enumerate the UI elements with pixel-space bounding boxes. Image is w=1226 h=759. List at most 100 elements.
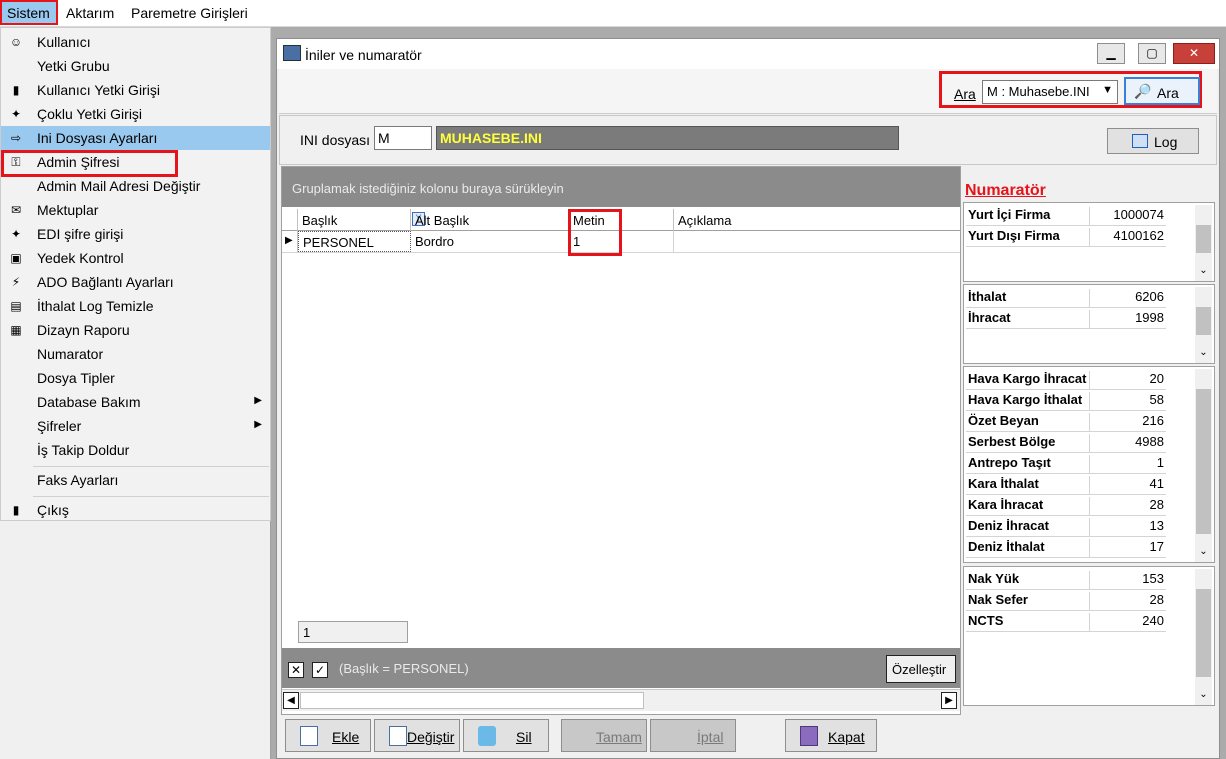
list-item-value: 1 (1156, 455, 1164, 470)
list-item[interactable]: Kara İhracat 28 (966, 495, 1166, 516)
list-item[interactable]: Nak Yük 153 (966, 569, 1166, 590)
col-baslik[interactable]: Başlık Y (298, 209, 425, 231)
menu-item[interactable]: Admin Mail Adresi Değiştir (1, 174, 270, 198)
list-item[interactable]: İhracat 1998 (966, 308, 1166, 329)
window-title: İniler ve numaratör (305, 47, 422, 63)
scroll-right-icon[interactable]: ▶ (941, 692, 957, 709)
group-panel[interactable]: Gruplamak istediğiniz kolonu buraya sürü… (282, 167, 960, 207)
list-item[interactable]: Antrepo Taşıt 1 (966, 453, 1166, 474)
window-app-icon (283, 45, 301, 61)
close-button[interactable]: ✕ (1173, 43, 1215, 64)
list-item-value: 4100162 (1113, 228, 1164, 243)
col-aciklama[interactable]: Açıklama (674, 209, 960, 231)
menu-aktarim[interactable]: Aktarım (66, 5, 114, 21)
scroll-left-icon[interactable]: ◀ (283, 692, 299, 709)
add-button[interactable]: Ekle (285, 719, 371, 752)
delete-button[interactable]: Sil (463, 719, 549, 752)
list-item-value: 153 (1142, 571, 1164, 586)
cell-alt-baslik[interactable]: Bordro (411, 231, 569, 252)
minimize-button[interactable]: ▁ (1097, 43, 1125, 64)
clear-filter-checkbox[interactable]: ✕ (288, 662, 304, 678)
keys-icon: ✦ (10, 107, 22, 121)
menu-item[interactable]: ▮ Çıkış (1, 498, 270, 522)
vertical-scrollbar[interactable]: ⌄ (1195, 205, 1212, 281)
list-item[interactable]: Yurt Dışı Firma 4100162 (966, 226, 1166, 247)
customize-button[interactable]: Özelleştir (886, 655, 956, 683)
ini-row: INI dosyası M MUHASEBE.INI Log (279, 115, 1217, 165)
col-alt-baslik[interactable]: Alt Başlık (411, 209, 569, 231)
menu-item[interactable]: Numarator (1, 342, 270, 366)
menu-item[interactable]: ▣ Yedek Kontrol (1, 246, 270, 270)
cancel-button[interactable]: İptal (650, 719, 736, 752)
search-button[interactable]: 🔎 Ara (1124, 77, 1200, 105)
search-icon: 🔎 (1134, 83, 1152, 99)
scroll-thumb[interactable] (1196, 225, 1211, 253)
list-item[interactable]: Deniz İthalat 17 (966, 537, 1166, 558)
maximize-button[interactable]: ▢ (1138, 43, 1166, 64)
numarator-list: Nak Yük 153 Nak Sefer 28 NCTS 240 ⌄ (963, 566, 1215, 706)
scroll-down-icon[interactable]: ⌄ (1195, 347, 1212, 358)
log-button[interactable]: Log (1107, 128, 1199, 154)
list-item[interactable]: Kara İthalat 41 (966, 474, 1166, 495)
list-item[interactable]: Hava Kargo İthalat 58 (966, 390, 1166, 411)
list-item[interactable]: Yurt İçi Firma 1000074 (966, 205, 1166, 226)
scroll-down-icon[interactable]: ⌄ (1195, 265, 1212, 276)
list-item[interactable]: NCTS 240 (966, 611, 1166, 632)
menu-item[interactable]: ▤ İthalat Log Temizle (1, 294, 270, 318)
edit-button[interactable]: Değiştir (374, 719, 460, 752)
menu-parametre-girisleri[interactable]: Paremetre Girişleri (131, 5, 248, 21)
list-item[interactable]: Nak Sefer 28 (966, 590, 1166, 611)
menu-item[interactable]: ⇨ Ini Dosyası Ayarları (1, 126, 270, 150)
menu-item[interactable]: ☺ Kullanıcı (1, 30, 270, 54)
menu-item[interactable]: İş Takip Doldur (1, 438, 270, 462)
menu-item[interactable]: Yetki Grubu (1, 54, 270, 78)
menu-item[interactable]: ⚡ ADO Bağlantı Ayarları (1, 270, 270, 294)
scroll-thumb[interactable] (1196, 589, 1211, 677)
list-item[interactable]: Deniz İhracat 13 (966, 516, 1166, 537)
list-item-value: 17 (1149, 539, 1164, 554)
vertical-scrollbar[interactable]: ⌄ (1195, 287, 1212, 363)
scroll-down-icon[interactable]: ⌄ (1195, 689, 1212, 700)
ini-grid: Gruplamak istediğiniz kolonu buraya sürü… (281, 166, 961, 715)
menu-item[interactable]: ▮ Kullanıcı Yetki Girişi (1, 78, 270, 102)
menu-item[interactable]: Faks Ayarları (1, 468, 270, 492)
list-item[interactable]: Özet Beyan 216 (966, 411, 1166, 432)
menu-sistem[interactable]: Sistem (0, 0, 58, 25)
ok-button[interactable]: Tamam (561, 719, 647, 752)
menu-item[interactable]: ✦ Çoklu Yetki Girişi (1, 102, 270, 126)
enable-filter-checkbox[interactable]: ✓ (312, 662, 328, 678)
menu-item[interactable]: Şifreler ▶ (1, 414, 270, 438)
vertical-scrollbar[interactable]: ⌄ (1195, 569, 1212, 705)
menu-item[interactable]: Database Bakım ▶ (1, 390, 270, 414)
new-doc-icon (300, 726, 318, 746)
cell-baslik[interactable]: PERSONEL (298, 231, 411, 252)
list-item[interactable]: Hava Kargo İhracat 20 (966, 369, 1166, 390)
menu-item[interactable]: ✉ Mektuplar (1, 198, 270, 222)
filter-text[interactable]: (Başlık = PERSONEL) (339, 661, 469, 676)
menu-item[interactable]: ✦ EDI şifre girişi (1, 222, 270, 246)
vertical-scrollbar[interactable]: ⌄ (1195, 369, 1212, 562)
cancel-button-label: İptal (697, 729, 724, 745)
close-window-button[interactable]: Kapat (785, 719, 877, 752)
scroll-down-icon[interactable]: ⌄ (1195, 546, 1212, 557)
list-item[interactable]: Serbest Bölge 4988 (966, 432, 1166, 453)
menu-item[interactable]: Dosya Tipler (1, 366, 270, 390)
ini-code-input[interactable]: M (374, 126, 432, 150)
list-item-label: Kara İhracat (968, 497, 1090, 515)
list-item-value: 1000074 (1113, 207, 1164, 222)
menu-item[interactable]: ▦ Dizayn Raporu (1, 318, 270, 342)
cell-aciklama[interactable] (674, 231, 960, 252)
list-item-label: Antrepo Taşıt (968, 455, 1090, 473)
list-item[interactable]: İthalat 6206 (966, 287, 1166, 308)
filter-bar: ✕ ✓ (Başlık = PERSONEL) Özelleştir (282, 648, 960, 688)
horizontal-scrollbar[interactable]: ◀ ▶ (282, 689, 960, 711)
scroll-thumb[interactable] (1196, 307, 1211, 335)
scroll-thumb[interactable] (1196, 389, 1211, 534)
numarator-list: Yurt İçi Firma 1000074 Yurt Dışı Firma 4100… (963, 202, 1215, 282)
close-window-button-label: Kapat (828, 729, 865, 745)
door-icon (800, 726, 818, 746)
scroll-thumb[interactable] (300, 692, 644, 709)
bottom-button-bar: Ekle Değiştir Sil Tamam İptal Kapat (279, 716, 1217, 758)
report-icon: ▦ (10, 323, 22, 337)
search-select[interactable]: M : Muhasebe.INI ▼ (982, 80, 1118, 104)
